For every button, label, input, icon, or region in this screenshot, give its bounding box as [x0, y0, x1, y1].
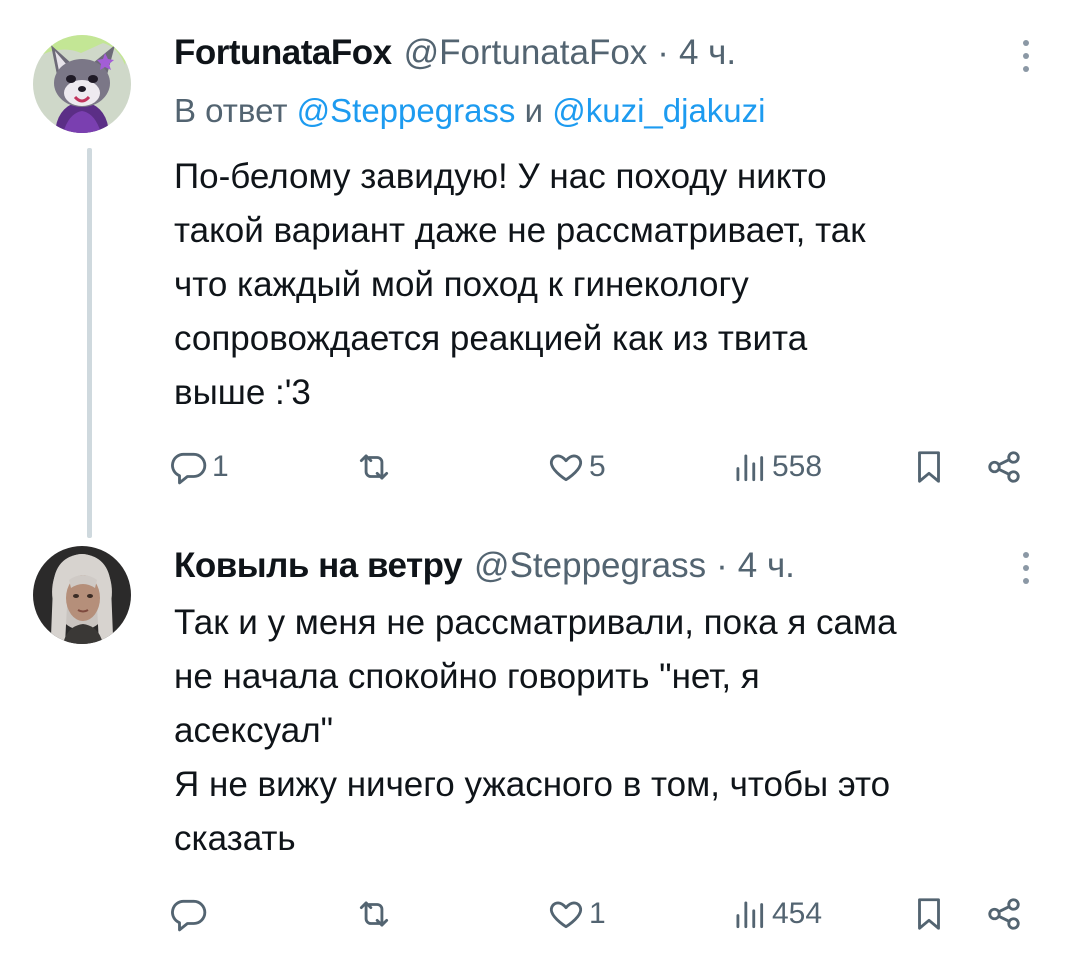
tweet-actions: 1 5 558: [170, 442, 1030, 492]
mention-link[interactable]: @Steppegrass: [297, 92, 516, 129]
timestamp[interactable]: 4 ч.: [679, 33, 736, 73]
separator-dot: ·: [657, 33, 669, 72]
more-icon[interactable]: [1020, 36, 1032, 76]
views-button[interactable]: 454: [730, 889, 822, 939]
share-button[interactable]: [985, 889, 1023, 939]
tweet-steppegrass[interactable]: Ковыль на ветру @Steppegrass · 4 ч. Так …: [0, 540, 1080, 964]
bookmark-icon: [918, 898, 940, 930]
display-name[interactable]: Ковыль на ветру: [174, 546, 463, 586]
reply-button[interactable]: 1: [170, 442, 229, 492]
tweet-header: FortunataFox @FortunataFox · 4 ч.: [174, 33, 1040, 73]
reply-to-line: В ответ @Steppegrass и @kuzi_djakuzi: [174, 92, 765, 130]
like-icon: [549, 901, 583, 929]
tweet-text-line: сопровождается реакцией как из твита: [174, 319, 808, 358]
tweet-text-line: что каждый мой поход к гинекологу: [174, 265, 749, 304]
like-icon: [549, 454, 583, 482]
tweet-actions: 1 454: [170, 889, 1030, 939]
avatar[interactable]: [33, 546, 131, 644]
tweet-fortunatafox[interactable]: FortunataFox @FortunataFox · 4 ч. В отве…: [0, 0, 1080, 540]
tweet-text-line: такой вариант даже не рассматривает, так: [174, 211, 866, 250]
reply-icon: [171, 899, 207, 932]
tweet-text-line: не начала спокойно говорить "нет, я: [174, 657, 760, 696]
views-count: 454: [772, 897, 823, 930]
views-icon: [736, 901, 764, 929]
tweet-text-line: сказать: [174, 819, 296, 858]
share-icon: [988, 451, 1020, 483]
fox-character-avatar-icon: [33, 35, 131, 133]
retweet-icon: [359, 454, 389, 480]
like-count: 5: [589, 450, 606, 483]
handle[interactable]: @FortunataFox: [404, 33, 648, 73]
tweet-text-line: Я не вижу ничего ужасного в том, чтобы э…: [174, 765, 891, 804]
bookmark-button[interactable]: [910, 889, 948, 939]
reply-count: 1: [212, 450, 229, 483]
retweet-icon: [359, 901, 389, 927]
handle[interactable]: @Steppegrass: [474, 546, 706, 586]
bookmark-button[interactable]: [910, 442, 948, 492]
share-icon: [988, 898, 1020, 930]
tweet-header: Ковыль на ветру @Steppegrass · 4 ч.: [174, 546, 1040, 586]
tweet-text-line: выше :'3: [174, 373, 311, 412]
display-name[interactable]: FortunataFox: [174, 33, 392, 73]
mention-link[interactable]: @kuzi_djakuzi: [552, 92, 765, 129]
reply-icon: [171, 452, 207, 485]
views-count: 558: [772, 450, 823, 483]
tweet-text: По-белому завидую! У нас походу никто та…: [174, 150, 1034, 420]
tweet-text-line: Так и у меня не рассматривали, пока я са…: [174, 603, 897, 642]
separator-dot: ·: [716, 546, 728, 585]
views-button[interactable]: 558: [730, 442, 822, 492]
reply-to-conjunction: и: [524, 92, 544, 129]
bookmark-icon: [918, 451, 940, 483]
timestamp[interactable]: 4 ч.: [738, 546, 795, 586]
tweet-text: Так и у меня не рассматривали, пока я са…: [174, 596, 1034, 866]
like-button[interactable]: 1: [547, 889, 606, 939]
reply-button[interactable]: [170, 889, 212, 939]
reply-to-prefix: В ответ: [174, 92, 288, 129]
more-icon[interactable]: [1020, 548, 1032, 588]
tweet-text-line: асексуал": [174, 711, 334, 750]
tweet-text-line: По-белому завидую! У нас походу никто: [174, 157, 827, 196]
views-icon: [736, 454, 764, 482]
retweet-button[interactable]: [355, 442, 397, 492]
avatar[interactable]: [33, 35, 131, 133]
retweet-button[interactable]: [355, 889, 397, 939]
like-button[interactable]: 5: [547, 442, 606, 492]
woman-portrait-avatar-icon: [33, 546, 131, 644]
share-button[interactable]: [985, 442, 1023, 492]
like-count: 1: [589, 897, 606, 930]
